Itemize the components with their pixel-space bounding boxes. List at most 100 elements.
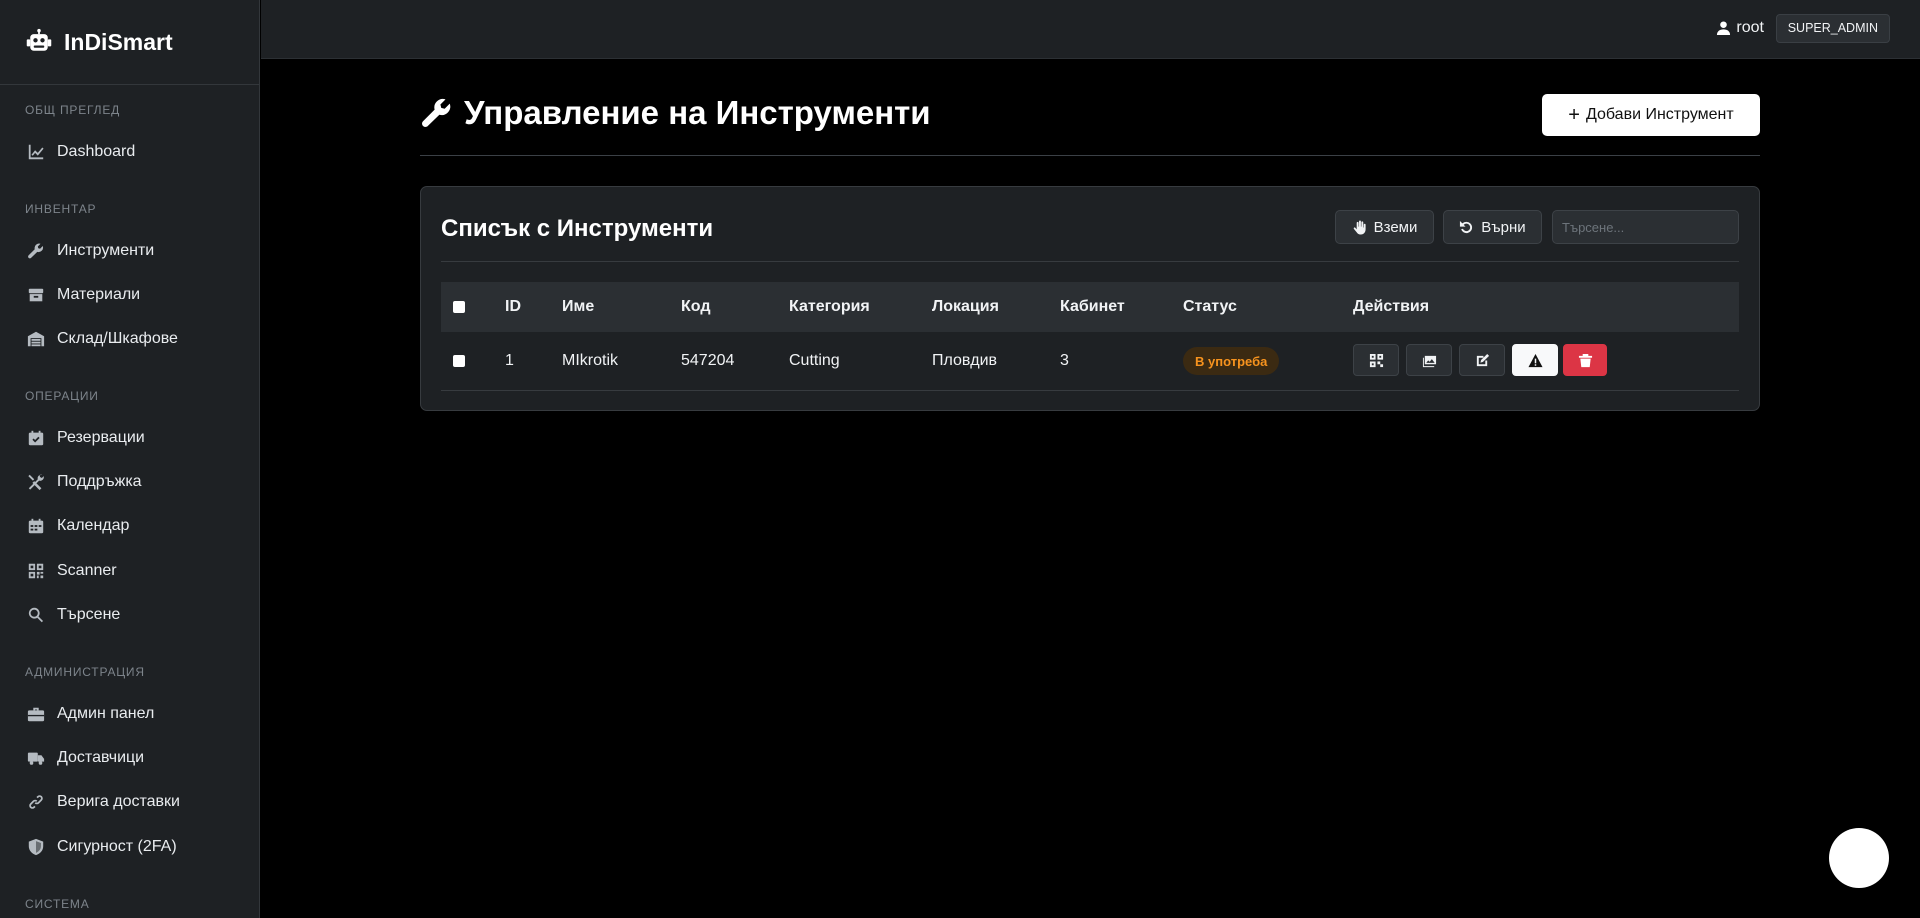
cell-cabinet: 3 xyxy=(1060,352,1069,369)
sidebar-item-admin-panel[interactable]: Админ панел xyxy=(0,692,154,736)
qr-code-button[interactable] xyxy=(1353,344,1399,376)
add-tool-button-label: Добави Инструмент xyxy=(1585,106,1734,123)
page-header: Управление на Инструменти + Добави Инстр… xyxy=(420,94,1760,156)
sidebar-item-label: Верига доставки xyxy=(57,793,180,810)
tools-icon xyxy=(25,471,47,493)
calendar-icon xyxy=(25,515,47,537)
search-icon xyxy=(25,604,47,626)
sidebar-item-scanner[interactable]: Scanner xyxy=(0,549,117,593)
sidebar-item-maintenance[interactable]: Поддръжка xyxy=(0,460,142,504)
page-title-text: Управление на Инструменти xyxy=(464,94,931,131)
sidebar-item-label: Инструменти xyxy=(57,242,155,259)
cell-name: MIkrotik xyxy=(562,352,618,369)
edit-button[interactable] xyxy=(1459,344,1505,376)
column-header-actions: Действия xyxy=(1353,298,1430,315)
sidebar-item-search[interactable]: Търсене xyxy=(0,593,120,637)
shield-icon xyxy=(25,836,47,858)
column-header-cabinet[interactable]: Кабинет xyxy=(1060,282,1125,332)
brand-name: InDiSmart xyxy=(64,28,173,55)
return-button-label: Върни xyxy=(1481,218,1526,236)
sidebar-item-security[interactable]: Сигурност (2FA) xyxy=(0,825,177,869)
row-checkbox[interactable] xyxy=(453,355,465,367)
brand[interactable]: InDiSmart xyxy=(0,0,259,85)
add-tool-button[interactable]: + Добави Инструмент xyxy=(1542,94,1760,136)
images-button[interactable] xyxy=(1406,344,1452,376)
section-title-system: Система xyxy=(25,897,90,911)
column-header-id[interactable]: ID xyxy=(505,282,521,332)
table-header: ID Име Код Категория Локация Кабинет Ста… xyxy=(441,282,1739,332)
card-title: Списък с Инструменти xyxy=(441,215,714,242)
take-button-label: Вземи xyxy=(1373,218,1418,236)
truck-icon xyxy=(25,747,47,769)
column-header-status[interactable]: Статус xyxy=(1183,282,1237,332)
sidebar-item-label: Календар xyxy=(57,517,130,534)
sidebar-item-label: Материали xyxy=(57,286,141,303)
sidebar-item-calendar[interactable]: Календар xyxy=(0,504,129,548)
link-icon xyxy=(25,791,47,813)
cell-location: Пловдив xyxy=(932,352,998,369)
sidebar-item-dashboard[interactable]: Dashboard xyxy=(0,130,135,174)
select-all-checkbox[interactable] xyxy=(453,301,465,313)
sidebar-item-label: Админ панел xyxy=(57,705,155,722)
toolbox-icon xyxy=(25,703,47,725)
take-button[interactable]: Вземи xyxy=(1335,210,1434,244)
column-header-category[interactable]: Категория xyxy=(789,282,870,332)
column-header-code[interactable]: Код xyxy=(681,282,710,332)
table-row[interactable]: 1 MIkrotik 547204 Cutting Пловдив 3 В уп… xyxy=(441,332,1739,391)
page-title: Управление на Инструменти xyxy=(420,94,931,132)
warning-icon xyxy=(1527,353,1543,367)
section-title-administration: Администрация xyxy=(25,665,145,679)
chart-line-icon xyxy=(25,141,47,163)
undo-icon xyxy=(1460,220,1473,233)
return-button[interactable]: Върни xyxy=(1443,210,1542,244)
cell-code: 547204 xyxy=(681,352,735,369)
user-icon xyxy=(1717,21,1731,36)
images-icon xyxy=(1422,355,1436,367)
column-header-location[interactable]: Локация xyxy=(932,282,999,332)
sidebar-item-label: Доставчици xyxy=(57,749,145,766)
report-issue-button[interactable] xyxy=(1512,344,1558,376)
sidebar-item-materials[interactable]: Материали xyxy=(0,273,140,317)
user-name: root xyxy=(1736,19,1764,36)
section-title-operations: Операции xyxy=(25,389,99,403)
sidebar-item-supply-chain[interactable]: Верига доставки xyxy=(0,780,180,824)
section-title-overview: Общ преглед xyxy=(25,103,121,117)
sidebar: InDiSmart Общ преглед Dashboard Инвентар… xyxy=(0,0,260,918)
plus-icon: + xyxy=(1568,104,1580,126)
qrcode-icon xyxy=(25,560,47,582)
wrench-icon xyxy=(422,98,451,127)
sidebar-item-label: Поддръжка xyxy=(57,473,142,490)
column-header-name[interactable]: Име xyxy=(562,282,594,332)
card-divider xyxy=(441,261,1739,262)
box-icon xyxy=(25,284,47,306)
sidebar-item-reservations[interactable]: Резервации xyxy=(0,416,145,460)
delete-button[interactable] xyxy=(1563,344,1607,376)
sidebar-item-label: Сигурност (2FA) xyxy=(57,838,177,855)
status-badge: В употреба xyxy=(1183,347,1280,375)
robot-icon xyxy=(24,27,54,57)
sidebar-item-label: Резервации xyxy=(57,429,145,446)
sidebar-item-label: Dashboard xyxy=(57,143,136,160)
qrcode-icon xyxy=(1369,353,1383,367)
trash-icon xyxy=(1578,353,1592,367)
floating-chat-button[interactable] xyxy=(1829,828,1889,888)
sidebar-item-label: Търсене xyxy=(57,606,121,623)
cell-category: Cutting xyxy=(789,352,840,369)
cell-id: 1 xyxy=(505,352,514,369)
sidebar-item-label: Scanner xyxy=(57,562,117,579)
section-title-inventory: Инвентар xyxy=(25,202,97,216)
sidebar-item-label: Склад/Шкафове xyxy=(57,330,178,347)
tools-list-card: Списък с Инструменти Вземи Върни ID Име … xyxy=(420,186,1760,411)
calendar-check-icon xyxy=(25,427,47,449)
wrench-icon xyxy=(25,240,47,262)
user-menu[interactable]: root xyxy=(1716,19,1764,37)
search-input[interactable] xyxy=(1552,210,1739,244)
topbar: root SUPER_ADMIN xyxy=(261,0,1920,59)
edit-icon xyxy=(1476,353,1489,366)
sidebar-item-suppliers[interactable]: Доставчици xyxy=(0,736,144,780)
sidebar-item-tools[interactable]: Инструменти xyxy=(0,229,154,273)
role-badge: SUPER_ADMIN xyxy=(1775,14,1890,43)
warehouse-icon xyxy=(25,328,47,350)
hand-icon xyxy=(1353,219,1366,235)
sidebar-item-warehouse[interactable]: Склад/Шкафове xyxy=(0,317,178,361)
